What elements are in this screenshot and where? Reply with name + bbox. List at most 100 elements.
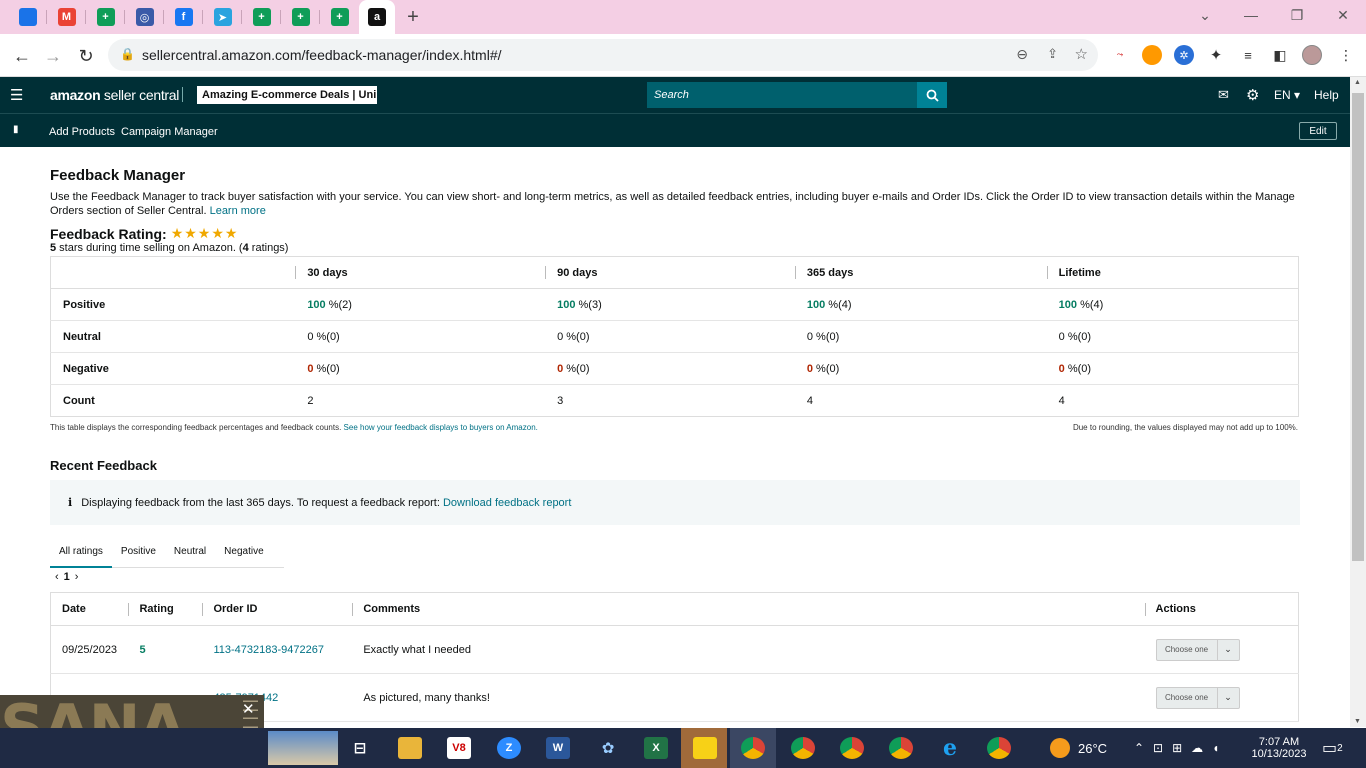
- tab-negative[interactable]: Negative: [215, 539, 272, 568]
- action-dropdown[interactable]: Choose one ⌄: [1155, 686, 1240, 709]
- order-id-link[interactable]: 113-4732183-9472267: [213, 644, 324, 656]
- url-bar[interactable]: 🔒 sellercentral.amazon.com/feedback-mana…: [108, 39, 1098, 71]
- cell-suffix: %(4): [825, 298, 852, 311]
- file-explorer-icon[interactable]: [398, 737, 422, 759]
- hamburger-menu-icon[interactable]: ☰: [10, 86, 23, 104]
- share-icon[interactable]: ⇪: [1047, 46, 1058, 62]
- action-dropdown[interactable]: Choose one ⌄: [1155, 638, 1240, 661]
- system-tray-icons[interactable]: ⌃⊡⊞☁◖: [1134, 728, 1228, 768]
- tab-positive[interactable]: Positive: [112, 539, 165, 568]
- next-page-icon[interactable]: ›: [75, 571, 79, 583]
- store-selector[interactable]: Amazing E-commerce Deals | Uni...: [197, 86, 377, 104]
- notification-icon[interactable]: ▭ 2: [1322, 728, 1343, 768]
- lock-icon: 🔒: [120, 47, 135, 61]
- scroll-up-icon[interactable]: ▲: [1354, 79, 1361, 86]
- settings-gear-icon[interactable]: ⚙: [1246, 86, 1259, 104]
- subnav-bar: ▮ Add Products Campaign Manager Edit: [0, 113, 1350, 147]
- scrollbar-thumb[interactable]: [1352, 93, 1364, 561]
- chrome-icon[interactable]: [791, 737, 815, 759]
- search-box[interactable]: Search: [647, 82, 947, 108]
- weather-widget[interactable]: 26°C: [1050, 728, 1107, 768]
- app-icon[interactable]: ✿: [596, 737, 620, 759]
- chevron-down-icon[interactable]: ⌄: [1216, 639, 1239, 660]
- clock[interactable]: 7:07 AM 10/13/2023: [1251, 728, 1306, 768]
- scrollbar[interactable]: ▲ ▼: [1350, 77, 1366, 727]
- chevron-down-icon[interactable]: ⌄: [1216, 687, 1239, 708]
- chrome-icon[interactable]: [987, 737, 1011, 759]
- edit-button[interactable]: Edit: [1299, 122, 1337, 140]
- app-icon[interactable]: V8: [447, 737, 471, 759]
- browser-tab[interactable]: +: [281, 0, 320, 34]
- browser-tab[interactable]: ◎: [125, 0, 164, 34]
- search-icon: [926, 89, 939, 102]
- browser-tab[interactable]: +: [320, 0, 359, 34]
- restore-button[interactable]: ❐: [1274, 0, 1320, 30]
- seller-central-logo[interactable]: amazon seller central: [50, 87, 179, 103]
- prev-page-icon[interactable]: ‹: [55, 571, 59, 583]
- help-link[interactable]: Help: [1314, 88, 1339, 102]
- puzzle-icon[interactable]: ✦: [1206, 45, 1226, 65]
- info-text: Displaying feedback from the last 365 da…: [81, 496, 440, 509]
- table-cell: 0 %(0): [295, 352, 546, 385]
- close-window-button[interactable]: ✕: [1320, 0, 1366, 30]
- see-how-feedback-link[interactable]: See how your feedback displays to buyers…: [344, 423, 538, 432]
- table-cell: 100 %(4): [794, 288, 1047, 321]
- language-selector[interactable]: EN ▾: [1274, 88, 1300, 102]
- feedback-rating-heading: Feedback Rating: ★★★★★: [50, 225, 1300, 242]
- media-icon[interactable]: ≡: [1238, 45, 1258, 65]
- tab-neutral[interactable]: Neutral: [165, 539, 215, 568]
- extension-icon[interactable]: ⤳: [1110, 45, 1130, 65]
- task-view-icon[interactable]: ⊟: [348, 737, 372, 759]
- browser-tab[interactable]: M: [47, 0, 86, 34]
- avatar[interactable]: [1302, 45, 1322, 65]
- back-icon[interactable]: ←: [9, 43, 35, 69]
- side-panel-icon[interactable]: ◧: [1270, 45, 1290, 65]
- zoom-icon[interactable]: ⊖: [1016, 46, 1028, 63]
- bookmark-star-icon[interactable]: ☆: [1075, 45, 1088, 63]
- scroll-down-icon[interactable]: ▼: [1354, 718, 1361, 725]
- browser-tab[interactable]: f: [164, 0, 203, 34]
- nav-add-products[interactable]: Add Products: [49, 126, 115, 138]
- column-header: Lifetime: [1046, 256, 1299, 289]
- tab-search-icon[interactable]: ⌄: [1182, 0, 1228, 30]
- browser-tab[interactable]: [8, 0, 47, 34]
- chrome-icon[interactable]: [840, 737, 864, 759]
- recent-feedback-title: Recent Feedback: [50, 458, 157, 473]
- url-text[interactable]: sellercentral.amazon.com/feedback-manage…: [142, 47, 502, 63]
- overlay-close-button[interactable]: ✕: [242, 700, 255, 718]
- browser-tab[interactable]: +: [242, 0, 281, 34]
- browser-tab[interactable]: +: [86, 0, 125, 34]
- learn-more-link[interactable]: Learn more: [210, 205, 266, 217]
- table-cell: 0 %(0): [794, 352, 1047, 385]
- search-button[interactable]: [917, 82, 947, 108]
- chrome-icon[interactable]: [889, 737, 913, 759]
- cell-suffix: 4: [1058, 394, 1065, 407]
- chrome-icon[interactable]: [741, 737, 765, 759]
- search-input[interactable]: Search: [647, 82, 917, 108]
- minimize-button[interactable]: —: [1228, 0, 1274, 30]
- zoom-app-icon[interactable]: Z: [497, 737, 521, 759]
- forward-icon[interactable]: →: [40, 43, 66, 69]
- column-header: 30 days: [295, 256, 546, 289]
- extension-icon[interactable]: ✲: [1174, 45, 1194, 65]
- tab-all-ratings[interactable]: All ratings: [50, 539, 112, 568]
- menu-kebab-icon[interactable]: ⋮: [1336, 45, 1356, 65]
- browser-tab[interactable]: a: [359, 0, 395, 34]
- table-cell: 4: [1047, 385, 1299, 417]
- nav-campaign-manager[interactable]: Campaign Manager: [121, 126, 218, 138]
- new-tab-button[interactable]: +: [395, 6, 431, 29]
- excel-icon[interactable]: X: [644, 737, 668, 759]
- internet-explorer-icon[interactable]: e: [938, 735, 962, 761]
- extension-icon[interactable]: [1142, 45, 1162, 65]
- current-page[interactable]: 1: [64, 571, 70, 583]
- sticky-notes-icon[interactable]: [693, 737, 717, 759]
- browser-tab[interactable]: ➤: [203, 0, 242, 34]
- download-feedback-report-link[interactable]: Download feedback report: [443, 497, 571, 509]
- table-cell: 0 %(0): [1046, 352, 1299, 385]
- word-icon[interactable]: W: [546, 737, 570, 759]
- rating-label: Feedback Rating:: [50, 225, 167, 242]
- reload-icon[interactable]: ↻: [73, 43, 99, 69]
- feedback-comment: Exactly what I needed: [363, 643, 471, 656]
- feedback-date: 09/25/2023: [62, 643, 118, 656]
- mail-icon[interactable]: ✉: [1218, 87, 1229, 103]
